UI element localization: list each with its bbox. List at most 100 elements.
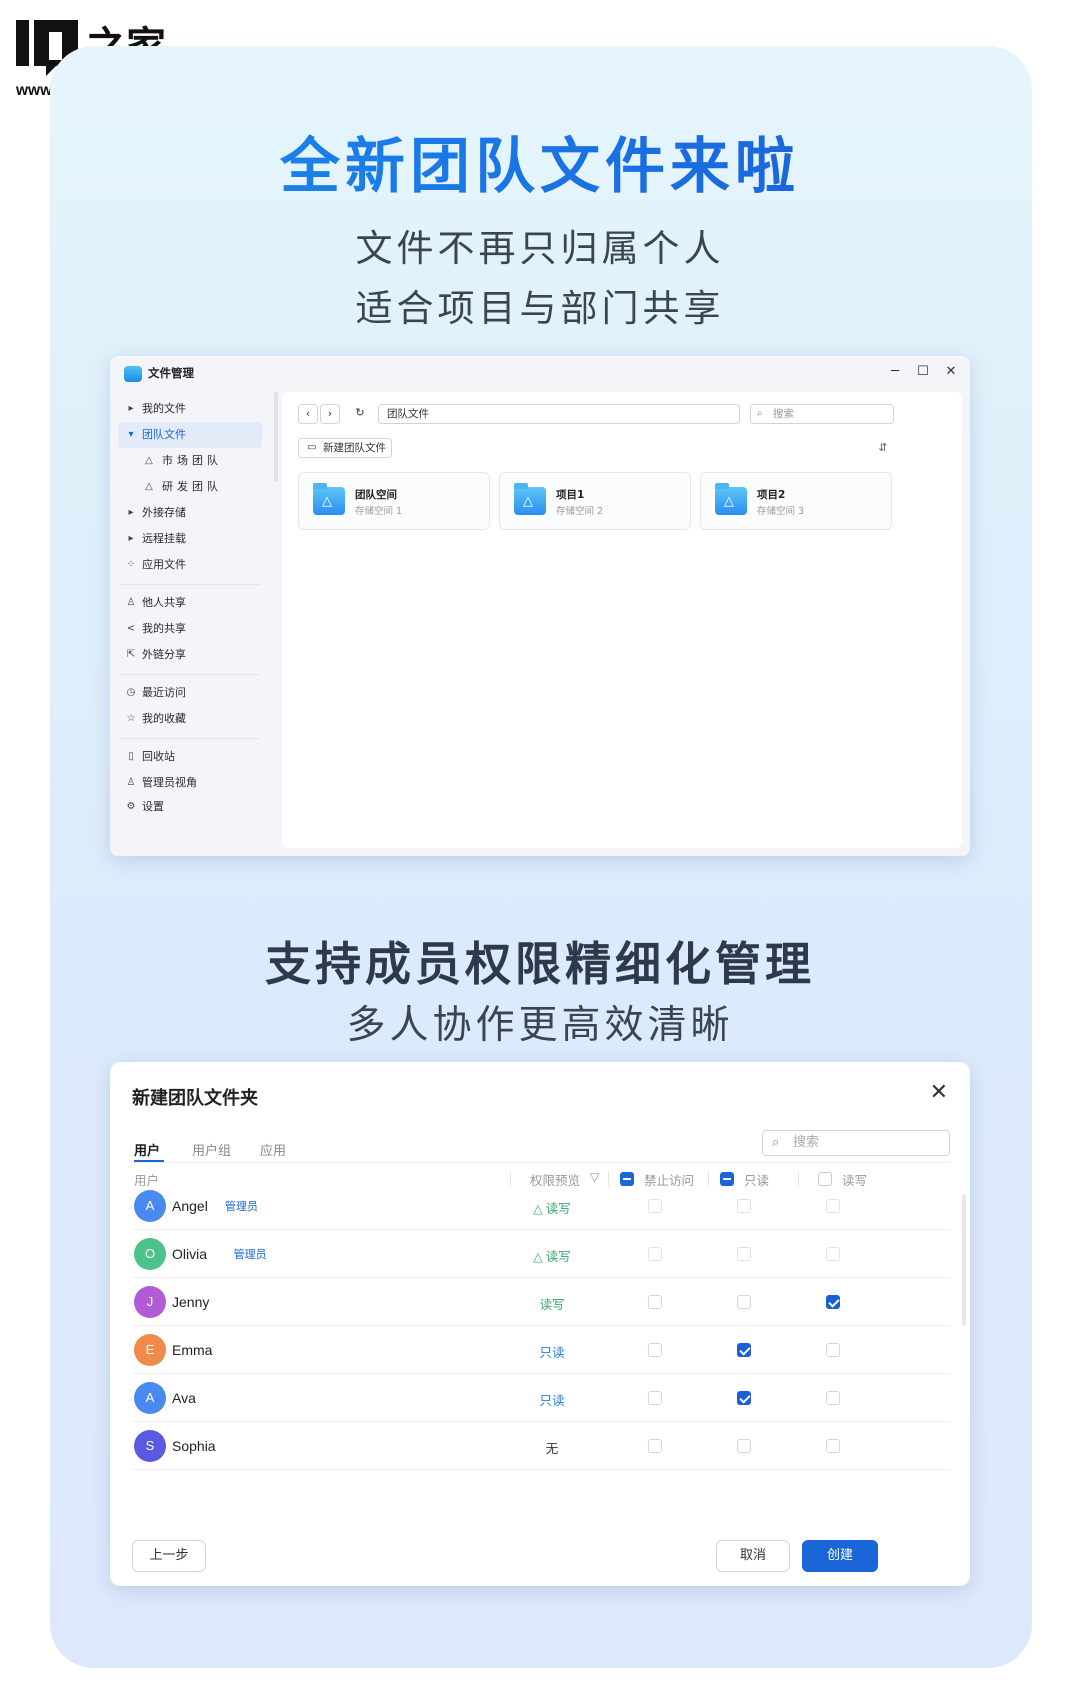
user-name: Angel [172,1198,208,1214]
forward-button[interactable]: › [320,404,340,424]
maximize-button[interactable]: ☐ [914,364,932,379]
search-placeholder: 搜索 [773,408,794,420]
main-content: ‹ › ↻ 团队文件 ⌕ 搜索 ▭ 新建团队文件 ⇵ △ 团队空间 存储空间 1… [282,392,962,848]
sidebar-item-favorites[interactable]: ☆ 我的收藏 [118,706,262,732]
deny-checkbox[interactable] [648,1391,662,1405]
read-only-checkbox[interactable] [737,1295,751,1309]
table-row[interactable]: E Emma 只读 [132,1326,950,1374]
path-bar[interactable]: 团队文件 [378,404,740,424]
team-folder-card[interactable]: △ 团队空间 存储空间 1 [298,472,490,530]
permission-text: 读写 [539,1297,565,1312]
search-input[interactable]: ⌕ 搜索 [750,404,894,424]
table-scrollbar[interactable] [962,1194,966,1326]
sidebar-item-my-shares[interactable]: < 我的共享 [118,616,262,642]
permission-preview: 只读 [512,1390,592,1409]
window-titlebar: 文件管理 ─ ☐ ✕ [110,356,970,392]
sidebar-item-shared-with-me[interactable]: ♙ 他人共享 [118,590,262,616]
sidebar-item-trash[interactable]: ▯ 回收站 [118,744,262,770]
external-link-icon: ⇱ [126,649,136,660]
star-icon: ☆ [126,713,136,724]
sidebar-item-team-files[interactable]: ▾ 团队文件 [118,422,262,448]
search-placeholder: 搜索 [793,1135,820,1150]
sidebar-item-my-files[interactable]: ▸ 我的文件 [118,396,262,422]
deny-checkbox [648,1199,662,1213]
search-input[interactable]: ⌕ 搜索 [762,1130,950,1156]
admin-badge: 管理员 [225,1200,258,1213]
sidebar-item-external-storage[interactable]: ▸ 外接存储 [118,500,262,526]
deny-checkbox[interactable] [648,1295,662,1309]
tab-divider [132,1162,950,1163]
read-write-checkbox [826,1247,840,1261]
team-folder-card[interactable]: △ 项目1 存储空间 2 [499,472,691,530]
back-button[interactable]: ‹ [298,404,318,424]
sidebar-scrollbar[interactable] [274,392,278,482]
table-row[interactable]: J Jenny 读写 [132,1278,950,1326]
close-icon[interactable]: ✕ [930,1080,948,1105]
read-only-checkbox[interactable] [737,1343,751,1357]
read-write-checkbox[interactable] [826,1343,840,1357]
deny-checkbox[interactable] [648,1343,662,1357]
avatar: O [134,1238,166,1270]
table-row[interactable]: A Ava 只读 [132,1374,950,1422]
tab-user-groups[interactable]: 用户组 [192,1140,231,1159]
permission-preview: △ 读写 [512,1246,592,1265]
tab-users[interactable]: 用户 [134,1140,160,1159]
headline-team-files: 全新团队文件来啦 [0,118,1080,205]
permission-text: 读写 [545,1249,571,1264]
new-team-file-button[interactable]: ▭ 新建团队文件 [298,438,392,458]
permission-text: 读写 [545,1201,571,1216]
team-icon: △ [533,1249,543,1264]
close-button[interactable]: ✕ [942,364,960,379]
read-write-checkbox[interactable] [826,1295,840,1309]
read-only-checkbox [737,1199,751,1213]
table-row[interactable]: O Olivia 管理员 △ 读写 [132,1230,950,1278]
team-folder-icon: △ [313,483,345,515]
read-write-checkbox[interactable] [826,1439,840,1453]
permission-preview: 读写 [512,1294,592,1313]
share-icon: < [126,623,136,634]
tab-apps[interactable]: 应用 [260,1140,286,1159]
subtitle-line-3: 多人协作更高效清晰 [346,1003,734,1048]
read-write-checkbox[interactable] [826,1391,840,1405]
sidebar-item-market-team[interactable]: △ 市场团队 [118,448,262,474]
user-share-icon: ♙ [126,597,136,608]
sidebar-item-admin-view[interactable]: ♙ 管理员视角 [118,770,262,796]
sidebar-item-link-shares[interactable]: ⇱ 外链分享 [118,642,262,668]
sidebar-item-settings[interactable]: ⚙ 设置 [118,794,262,820]
permission-text: 只读 [539,1345,565,1360]
read-only-checkbox[interactable] [737,1439,751,1453]
sidebar-item-app-files[interactable]: ⁘ 应用文件 [118,552,262,578]
team-folder-card[interactable]: △ 项目2 存储空间 3 [700,472,892,530]
user-name: Olivia [172,1246,208,1262]
sidebar-item-recent[interactable]: ◷ 最近访问 [118,680,262,706]
sort-button[interactable]: ⇵ [872,438,894,458]
user-name: Sophia [172,1438,216,1454]
avatar: E [134,1334,166,1366]
refresh-button[interactable]: ↻ [350,404,370,424]
apps-icon: ⁘ [126,559,136,570]
trash-icon: ▯ [128,751,134,762]
sidebar-item-rd-team[interactable]: △ 研发团队 [118,474,262,500]
caret-down-icon: ▾ [128,429,134,440]
table-row[interactable]: S Sophia 无 [132,1422,950,1470]
minimize-button[interactable]: ─ [886,364,904,379]
read-only-checkbox[interactable] [737,1391,751,1405]
new-team-file-label: 新建团队文件 [323,442,386,454]
create-button[interactable]: 创建 [802,1540,878,1572]
search-icon: ⌕ [757,408,763,419]
prev-step-button[interactable]: 上一步 [132,1540,206,1572]
sidebar-divider [120,674,260,675]
sidebar-item-remote-mount[interactable]: ▸ 远程挂载 [118,526,262,552]
user-name: Ava [172,1390,196,1406]
subtitle-line-1: 文件不再只归属个人 [355,227,725,270]
folder-name: 项目1 [556,489,585,501]
table-row[interactable]: A Angel 管理员 △ 读写 [132,1182,950,1230]
folder-storage: 存储空间 2 [556,506,604,517]
deny-checkbox[interactable] [648,1439,662,1453]
cancel-button[interactable]: 取消 [716,1540,790,1572]
caret-right-icon: ▸ [128,507,134,518]
window-title: 文件管理 [148,366,194,380]
sidebar-divider [120,738,260,739]
search-icon: ⌕ [772,1135,780,1150]
avatar: A [134,1190,166,1222]
